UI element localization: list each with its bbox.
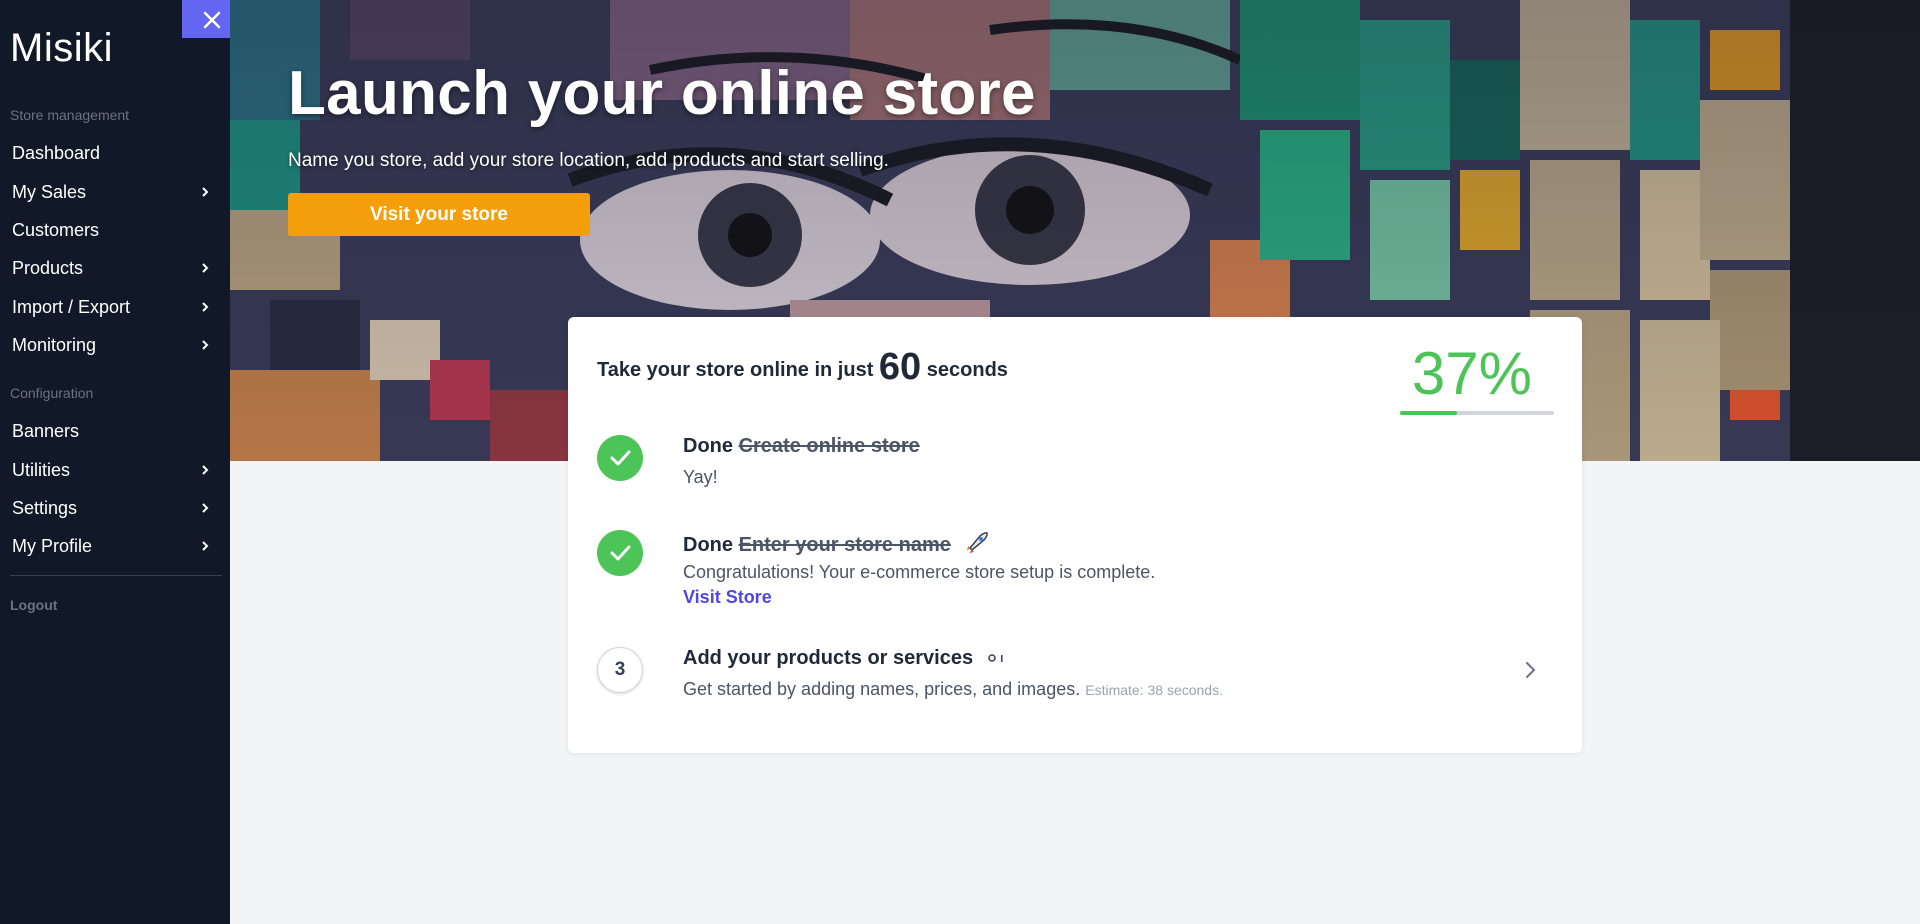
close-icon — [203, 11, 221, 29]
sidebar-item-products[interactable]: Products — [0, 251, 222, 285]
chevron-right-icon — [202, 503, 209, 513]
sidebar-item-my-sales[interactable]: My Sales — [0, 175, 222, 209]
sidebar-item-label: Banners — [12, 421, 80, 441]
sidebar-item-dashboard[interactable]: Dashboard — [0, 136, 222, 170]
check-icon — [610, 545, 631, 561]
chevron-right-icon — [202, 465, 209, 475]
loading-icon — [987, 654, 1003, 662]
sidebar-item-label: Products — [12, 258, 84, 278]
step-done-badge — [597, 435, 643, 481]
card-heading-prefix: Take your store online in just — [597, 359, 874, 381]
sidebar-item-settings[interactable]: Settings — [0, 491, 222, 525]
onboarding-card: Take your store online in just 60 second… — [568, 317, 1582, 753]
step-title-text: Create online store — [738, 435, 920, 457]
progress-bar — [1400, 411, 1554, 415]
rocket-icon — [967, 532, 989, 553]
step-done-label: Done — [683, 435, 733, 457]
step-title-text: Add your products or services — [683, 647, 974, 669]
brand-logo[interactable]: Misiki — [10, 26, 113, 71]
sidebar-item-utilities[interactable]: Utilities — [0, 453, 222, 487]
chevron-right-icon — [202, 541, 209, 551]
sidebar-item-label: Customers — [12, 220, 100, 240]
chevron-right-icon — [202, 340, 209, 350]
sidebar-item-label: My Profile — [12, 536, 93, 556]
visit-store-link[interactable]: Visit Store — [683, 587, 772, 608]
step-title: Done Enter your store name — [683, 530, 990, 557]
hero-subtitle: Name you store, add your store location,… — [288, 150, 889, 171]
sidebar: Misiki Store management Dashboard My Sal… — [0, 0, 230, 924]
chevron-right-icon[interactable] — [1523, 659, 1537, 681]
step-done-badge — [597, 530, 643, 576]
card-heading-number: 60 — [878, 346, 922, 388]
step-description: Yay! — [683, 467, 718, 487]
sidebar-item-label: My Sales — [12, 182, 87, 202]
progress-percent: 37% — [1411, 340, 1532, 407]
step-description-text: Get started by adding names, prices, and… — [683, 679, 1081, 699]
step-title: Add your products or services — [683, 647, 1009, 670]
step-title: Done Create online store — [683, 435, 920, 458]
chevron-right-icon — [202, 187, 209, 197]
sidebar-item-label: Utilities — [12, 460, 71, 480]
sidebar-item-my-profile[interactable]: My Profile — [0, 529, 222, 563]
sidebar-item-customers[interactable]: Customers — [0, 213, 222, 247]
sidebar-item-banners[interactable]: Banners — [0, 414, 222, 448]
sidebar-item-monitoring[interactable]: Monitoring — [0, 328, 222, 362]
logout-link[interactable]: Logout — [10, 597, 57, 613]
card-heading-suffix: seconds — [926, 359, 1008, 381]
section-store-management: Store management — [10, 107, 130, 123]
step-title-text: Enter your store name — [738, 534, 951, 556]
sidebar-item-import-export[interactable]: Import / Export — [0, 290, 222, 324]
check-icon — [610, 450, 631, 466]
sidebar-item-label: Monitoring — [12, 335, 97, 355]
hero-title: Launch your online store — [288, 59, 1036, 128]
visit-store-button[interactable]: Visit your store — [288, 193, 590, 236]
sidebar-item-label: Import / Export — [12, 297, 131, 317]
close-sidebar-button[interactable] — [182, 0, 230, 38]
step-done-label: Done — [683, 534, 733, 556]
sidebar-item-label: Settings — [12, 498, 78, 518]
step-estimate: Estimate: 38 seconds. — [1085, 682, 1223, 698]
step-description: Congratulations! Your e-commerce store s… — [683, 562, 1156, 582]
sidebar-divider — [10, 575, 222, 576]
progress-bar-fill — [1400, 411, 1457, 415]
step-description: Get started by adding names, prices, and… — [683, 679, 1223, 700]
chevron-right-icon — [202, 302, 209, 312]
card-heading: Take your store online in just 60 second… — [597, 346, 1008, 389]
chevron-right-icon — [202, 263, 209, 273]
step-number-badge: 3 — [597, 647, 643, 693]
sidebar-item-label: Dashboard — [12, 143, 101, 163]
section-configuration: Configuration — [10, 385, 94, 401]
